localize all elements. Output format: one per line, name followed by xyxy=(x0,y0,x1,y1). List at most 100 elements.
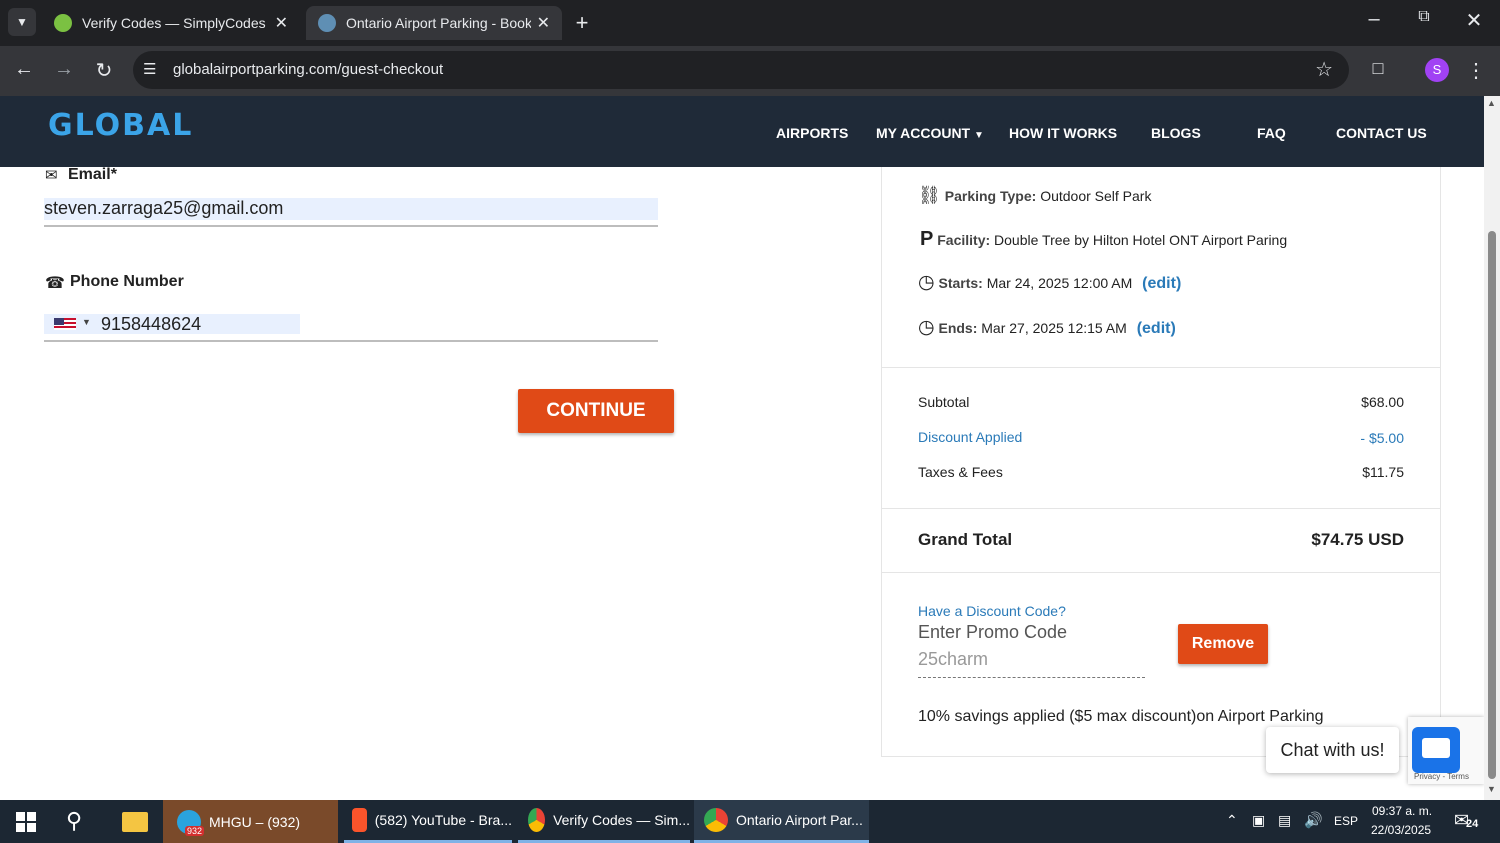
bookmark-star-icon[interactable]: ☆ xyxy=(1315,57,1333,82)
new-tab-icon[interactable]: + xyxy=(568,10,596,36)
email-label: Email* xyxy=(68,166,117,183)
facility-label: Facility: xyxy=(937,232,991,248)
facility-row: P Facility: Double Tree by Hilton Hotel … xyxy=(920,228,1287,251)
taskbar-app-chrome-ontario[interactable]: Ontario Airport Par... xyxy=(694,800,869,843)
forward-icon[interactable]: → xyxy=(50,58,78,81)
nav-my-account[interactable]: MY ACCOUNT ▼ xyxy=(876,125,984,141)
divider xyxy=(882,367,1440,368)
parking-type-label: Parking Type: xyxy=(944,188,1037,204)
ends-value: Mar 27, 2025 12:15 AM xyxy=(981,320,1127,336)
chat-speech-icon xyxy=(1422,738,1450,758)
caret-down-icon: ▼ xyxy=(82,317,91,327)
email-field[interactable]: steven.zarraga25@gmail.com xyxy=(44,198,658,220)
start-button[interactable] xyxy=(16,812,36,832)
edit-end-link[interactable]: (edit) xyxy=(1137,320,1176,337)
nav-contact-us[interactable]: CONTACT US xyxy=(1336,125,1427,141)
minimize-icon[interactable]: – xyxy=(1360,8,1388,31)
nav-how-it-works[interactable]: HOW IT WORKS xyxy=(1009,125,1117,141)
remove-promo-button[interactable]: Remove xyxy=(1178,624,1268,664)
parking-type-value: Outdoor Self Park xyxy=(1040,188,1152,204)
close-icon[interactable]: ✕ xyxy=(275,13,288,33)
telegram-icon: 932 xyxy=(177,809,205,836)
email-underline xyxy=(44,225,658,227)
country-flag-dropdown[interactable]: ▼ xyxy=(54,317,94,331)
car-icon: ⛓ xyxy=(918,185,941,205)
window-close-icon[interactable]: ✕ xyxy=(1460,8,1488,33)
starts-value: Mar 24, 2025 12:00 AM xyxy=(986,275,1133,291)
browser-toolbar: ← → ↻ ☰ globalairportparking.com/guest-c… xyxy=(0,46,1500,96)
taxes-value: $11.75 xyxy=(1362,464,1404,480)
email-value: steven.zarraga25@gmail.com xyxy=(44,198,284,218)
taskbar-app-brave[interactable]: (582) YouTube - Bra... xyxy=(344,800,512,843)
tray-chevron-up-icon[interactable]: ⌃ xyxy=(1226,812,1238,829)
site-info-icon[interactable]: ☰ xyxy=(143,60,156,78)
language-indicator[interactable]: ESP xyxy=(1334,814,1358,828)
meet-icon[interactable]: ▣ xyxy=(1252,812,1265,829)
phone-value: 9158448624 xyxy=(101,314,202,334)
brave-icon xyxy=(352,808,367,832)
us-flag-icon xyxy=(54,318,76,330)
nav-blogs[interactable]: BLOGS xyxy=(1151,125,1201,141)
close-icon[interactable]: ✕ xyxy=(537,13,550,33)
chat-bubble[interactable]: Chat with us! xyxy=(1266,727,1399,773)
page-scrollbar[interactable]: ▲ ▼ xyxy=(1484,96,1500,800)
promo-underline xyxy=(918,677,1145,678)
url-text: globalairportparking.com/guest-checkout xyxy=(173,61,444,78)
edit-start-link[interactable]: (edit) xyxy=(1142,275,1181,292)
clock-time[interactable]: 09:37 a. m. xyxy=(1372,804,1432,818)
search-icon[interactable]: ⚲ xyxy=(66,808,82,834)
booking-summary-panel: ⛓ Parking Type: Outdoor Self Park P Faci… xyxy=(881,167,1441,757)
reload-icon[interactable]: ↻ xyxy=(90,58,118,83)
address-bar[interactable]: ☰ globalairportparking.com/guest-checkou… xyxy=(133,51,1349,89)
facility-value: Double Tree by Hilton Hotel ONT Airport … xyxy=(994,232,1288,248)
subtotal-value: $68.00 xyxy=(1361,394,1404,410)
taskbar-app-chrome-verify[interactable]: Verify Codes — Sim... xyxy=(518,800,690,843)
tab-title: Verify Codes — SimplyCodes xyxy=(82,15,266,31)
savings-note: 10% savings applied ($5 max discount)on … xyxy=(918,708,1324,725)
grand-total-label: Grand Total xyxy=(918,530,1013,549)
file-explorer-icon[interactable] xyxy=(122,812,148,832)
email-icon: ✉ xyxy=(45,167,58,184)
volume-icon[interactable]: 🔊 xyxy=(1304,811,1323,829)
network-icon[interactable]: ▤ xyxy=(1278,812,1291,829)
browser-menu-icon[interactable]: ⋮ xyxy=(1462,58,1490,83)
phone-label: Phone Number xyxy=(70,273,184,290)
chat-icon[interactable] xyxy=(1412,727,1460,773)
scroll-down-arrow-icon[interactable]: ▼ xyxy=(1487,784,1496,794)
promo-code-input[interactable]: 25charm xyxy=(918,649,988,670)
site-logo[interactable]: GLOBAL xyxy=(48,108,193,143)
windows-taskbar: ⚲ 932 MHGU – (932) (582) YouTube - Bra..… xyxy=(0,800,1500,843)
nav-faq[interactable]: FAQ xyxy=(1257,125,1286,141)
tab-verify-codes[interactable]: Verify Codes — SimplyCodes ✕ xyxy=(42,6,300,40)
notification-center-icon[interactable]: ✉ 24 xyxy=(1454,810,1480,832)
simplycodes-favicon-icon xyxy=(54,14,72,32)
restore-icon[interactable]: ⧉ xyxy=(1410,8,1438,26)
tab-ontario-parking[interactable]: Ontario Airport Parking - Book ✕ xyxy=(306,6,562,40)
discount-question: Have a Discount Code? xyxy=(918,603,1066,619)
profile-avatar[interactable]: S xyxy=(1425,58,1449,82)
back-icon[interactable]: ← xyxy=(10,58,38,81)
caret-down-icon: ▼ xyxy=(974,130,984,141)
extensions-icon[interactable]: □ xyxy=(1364,58,1392,79)
clock-date[interactable]: 22/03/2025 xyxy=(1371,823,1431,837)
continue-button[interactable]: CONTINUE xyxy=(518,389,674,433)
divider xyxy=(882,508,1440,509)
nav-airports[interactable]: AIRPORTS xyxy=(776,125,848,141)
scroll-up-arrow-icon[interactable]: ▲ xyxy=(1487,98,1496,108)
clock-icon: ◷ xyxy=(918,317,935,338)
browser-tab-bar: ▼ Verify Codes — SimplyCodes ✕ Ontario A… xyxy=(0,0,1500,46)
recaptcha-terms-text: Privacy - Terms xyxy=(1414,772,1469,781)
scrollbar-thumb[interactable] xyxy=(1488,231,1496,779)
site-header: GLOBAL AIRPORTS MY ACCOUNT ▼ HOW IT WORK… xyxy=(0,96,1484,167)
tab-search-button[interactable]: ▼ xyxy=(8,8,36,36)
app-label: MHGU – (932) xyxy=(209,813,301,830)
taxes-label: Taxes & Fees xyxy=(918,464,1003,480)
phone-underline xyxy=(44,340,658,342)
starts-row: ◷ Starts: Mar 24, 2025 12:00 AM (edit) xyxy=(918,271,1181,294)
starts-label: Starts: xyxy=(938,275,983,291)
nav-label: MY ACCOUNT xyxy=(876,125,971,141)
taskbar-app-telegram[interactable]: 932 MHGU – (932) xyxy=(163,800,338,843)
promo-placeholder-label: Enter Promo Code xyxy=(918,622,1068,642)
phone-icon: ☎ xyxy=(45,275,65,292)
app-label: Verify Codes — Sim... xyxy=(553,812,690,828)
